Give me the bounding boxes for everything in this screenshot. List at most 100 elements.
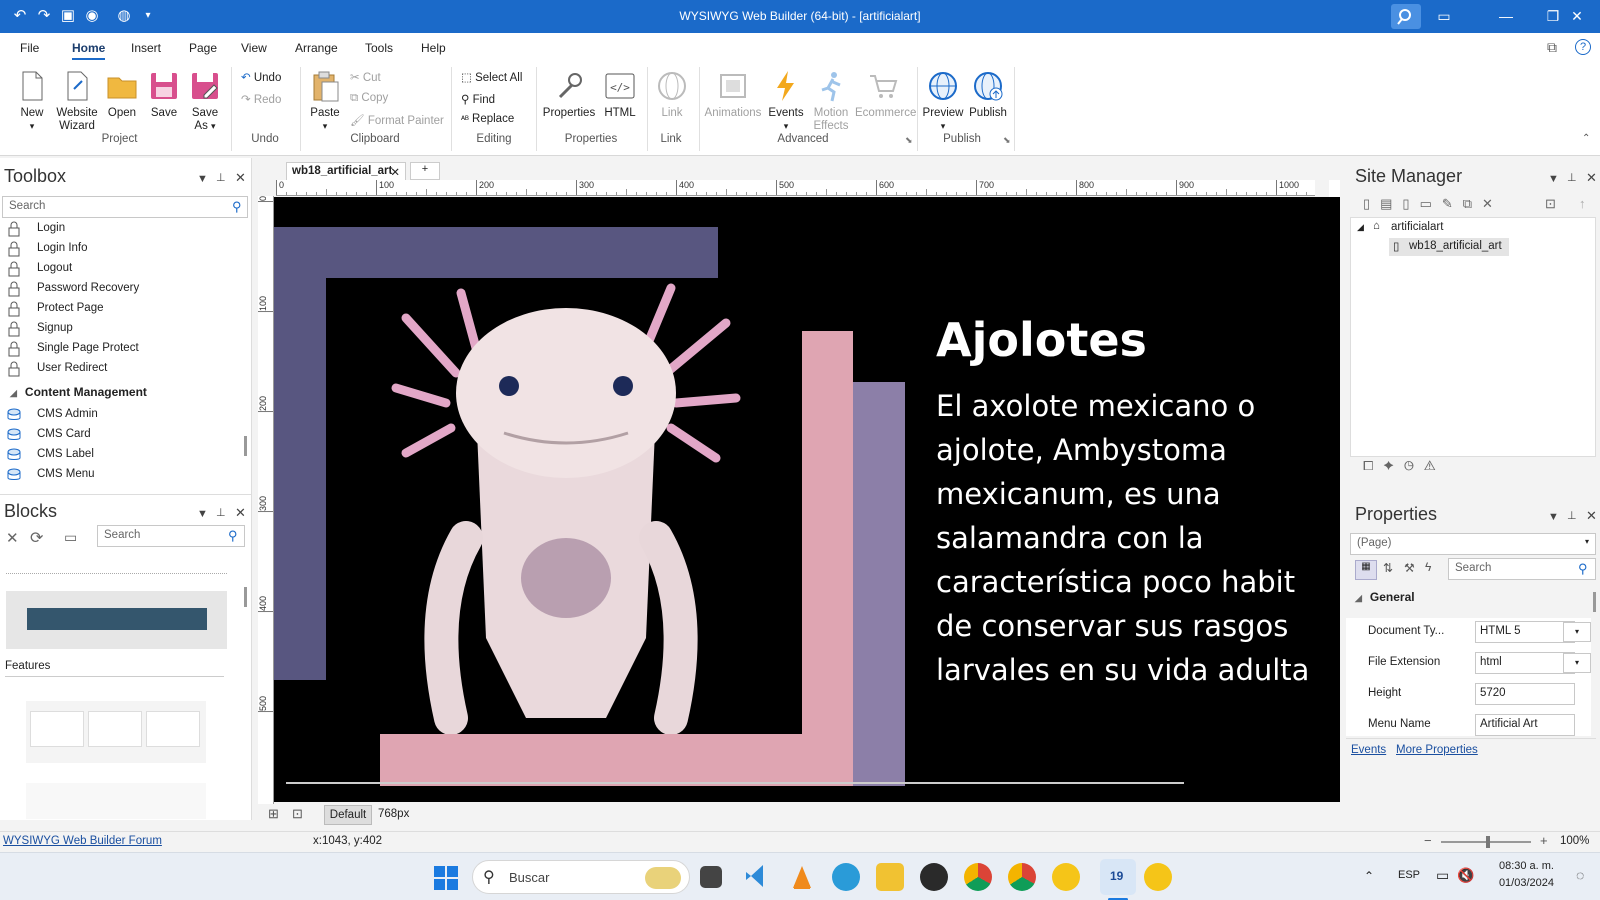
- menu-page[interactable]: Page: [189, 41, 217, 55]
- undo-button[interactable]: ↶ Undo: [241, 70, 281, 84]
- properties-button[interactable]: Properties: [541, 69, 597, 120]
- content-management-section[interactable]: ◢ Content Management: [10, 385, 147, 399]
- copy-button[interactable]: ⧉ Copy: [350, 92, 388, 105]
- body-text-line[interactable]: mexicanum, es una: [936, 477, 1221, 511]
- expand-chevron-icon[interactable]: ◢: [1357, 222, 1364, 233]
- document-tab[interactable]: wb18_artificial_art ✕: [286, 162, 406, 180]
- scrollbar-thumb[interactable]: [1593, 592, 1596, 612]
- select-all-button[interactable]: ⬚ Select All: [461, 70, 522, 84]
- vscode-icon[interactable]: [743, 862, 771, 890]
- animations-button[interactable]: Animations: [703, 69, 763, 120]
- sort-alpha-icon[interactable]: ⇅: [1383, 561, 1393, 575]
- show-hidden-icons-chevron[interactable]: ⌃: [1364, 869, 1374, 883]
- pin-icon[interactable]: ⊥: [216, 171, 226, 184]
- html-button[interactable]: </> HTML: [600, 69, 640, 120]
- clear-icon[interactable]: ✕: [6, 529, 19, 547]
- events-link[interactable]: Events: [1351, 744, 1386, 756]
- block-thumbnail[interactable]: [26, 783, 206, 819]
- pin-icon[interactable]: ⊥: [216, 506, 226, 519]
- vlc-icon[interactable]: [788, 863, 816, 891]
- menu-arrange[interactable]: Arrange: [295, 41, 338, 55]
- site-manager-toolbar[interactable]: ▯▤▯▭✎⧉✕: [1363, 196, 1503, 212]
- breakpoint-settings-icon[interactable]: ⊡: [292, 806, 303, 822]
- body-text-line[interactable]: ajolote, Ambystoma: [936, 433, 1227, 467]
- scrollbar-thumb[interactable]: [244, 436, 247, 456]
- toolbox-search-input[interactable]: Search: [2, 196, 248, 218]
- add-tab-button[interactable]: +: [410, 162, 440, 180]
- body-text-line[interactable]: El axolote mexicano o: [936, 389, 1255, 423]
- redo-button[interactable]: ↷ Redo: [241, 92, 281, 106]
- breakpoint-size[interactable]: 768px: [378, 808, 409, 820]
- menu-view[interactable]: View: [241, 41, 267, 55]
- close-tab-icon[interactable]: ✕: [390, 165, 400, 179]
- minimize-button[interactable]: —: [1483, 0, 1529, 33]
- menu-tools[interactable]: Tools: [365, 41, 393, 55]
- close-icon[interactable]: ✕: [235, 505, 246, 521]
- website-wizard-button[interactable]: Website Wizard: [54, 69, 100, 133]
- motion-effects-button[interactable]: Motion Effects: [808, 69, 854, 133]
- network-icon[interactable]: ▭: [1436, 867, 1449, 884]
- body-text-line[interactable]: salamandra con la: [936, 521, 1204, 555]
- site-page-item[interactable]: ▯ wb18_artificial_art: [1389, 238, 1509, 256]
- object-selector[interactable]: (Page): [1350, 533, 1596, 555]
- close-icon[interactable]: ✕: [1586, 508, 1597, 524]
- search-icon[interactable]: ⚲: [228, 528, 238, 544]
- cut-button[interactable]: ✂ Cut: [350, 70, 381, 84]
- panel-menu-icon[interactable]: ▼: [1548, 511, 1559, 523]
- publish-button[interactable]: Publish: [966, 69, 1010, 120]
- refresh-icon[interactable]: ⟳: [30, 528, 43, 548]
- taskbar-search[interactable]: ⚲ Buscar: [472, 860, 690, 894]
- task-view-icon[interactable]: [700, 866, 722, 888]
- add-breakpoint-icon[interactable]: ⊞: [268, 806, 279, 822]
- zoom-in-icon[interactable]: +: [1540, 833, 1548, 848]
- block-thumbnail-header[interactable]: [6, 573, 227, 577]
- property-value[interactable]: HTML 5: [1475, 621, 1575, 643]
- notifications-icon[interactable]: ◌: [1576, 867, 1584, 883]
- purple-bar[interactable]: [853, 382, 905, 786]
- scrollbar-thumb[interactable]: [244, 587, 247, 607]
- property-row[interactable]: Height 5720: [1348, 682, 1584, 706]
- zoom-out-icon[interactable]: −: [1424, 833, 1432, 848]
- page-heading[interactable]: Ajolotes: [936, 313, 1147, 367]
- save-button[interactable]: Save: [146, 69, 182, 120]
- property-row[interactable]: Menu Name Artificial Art: [1348, 713, 1584, 737]
- forum-link[interactable]: WYSIWYG Web Builder Forum: [3, 835, 162, 847]
- clock-date[interactable]: 01/03/2024: [1494, 877, 1554, 889]
- dropdown-chevron-icon[interactable]: ▾: [1563, 653, 1591, 673]
- property-value[interactable]: 5720: [1475, 683, 1575, 705]
- folder-icon[interactable]: ▭: [64, 529, 77, 546]
- search-icon[interactable]: ⚲: [232, 199, 242, 215]
- slate-frame-left[interactable]: [274, 227, 326, 680]
- properties-search-input[interactable]: Search: [1448, 558, 1596, 580]
- ecommerce-button[interactable]: Ecommerce: [855, 69, 916, 120]
- block-thumbnail[interactable]: [6, 591, 227, 649]
- link-button[interactable]: Link: [652, 69, 692, 120]
- start-windows-icon[interactable]: [434, 866, 458, 890]
- panel-menu-icon[interactable]: ▼: [1548, 173, 1559, 185]
- panel-menu-icon[interactable]: ▼: [197, 508, 208, 520]
- pin-icon[interactable]: ⊥: [1567, 171, 1577, 184]
- save-as-button[interactable]: Save As ▾: [187, 69, 223, 133]
- wrench-icon[interactable]: ⚒: [1404, 561, 1415, 575]
- general-section[interactable]: ◢ General: [1355, 590, 1415, 604]
- body-text-line[interactable]: larvales en su vida adulta: [936, 653, 1309, 687]
- dropdown-chevron-icon[interactable]: ▾: [1585, 537, 1589, 546]
- property-value[interactable]: html: [1475, 652, 1575, 674]
- help-icon[interactable]: ?: [1575, 39, 1591, 55]
- default-breakpoint-button[interactable]: Default: [324, 805, 372, 825]
- rubber-duck-icon[interactable]: [1144, 863, 1172, 891]
- menu-insert[interactable]: Insert: [131, 41, 161, 55]
- new-button[interactable]: New ▾: [14, 69, 50, 133]
- features-block-thumbnail[interactable]: [26, 701, 206, 763]
- display-mode-icon[interactable]: ⧉: [1547, 39, 1557, 56]
- zoom-slider-thumb[interactable]: [1486, 836, 1490, 848]
- body-text-line[interactable]: de conservar sus rasgos: [936, 609, 1288, 643]
- edge-icon[interactable]: [832, 863, 860, 891]
- rubber-duck-icon[interactable]: [1052, 863, 1080, 891]
- file-explorer-icon[interactable]: [876, 863, 904, 891]
- dropdown-chevron-icon[interactable]: ▾: [1563, 622, 1591, 642]
- advanced-dialog-launcher-icon[interactable]: ⬊: [905, 135, 913, 146]
- menu-home[interactable]: Home: [72, 41, 106, 60]
- slate-frame-top[interactable]: [274, 227, 718, 278]
- preview-button[interactable]: Preview ▾: [922, 69, 964, 133]
